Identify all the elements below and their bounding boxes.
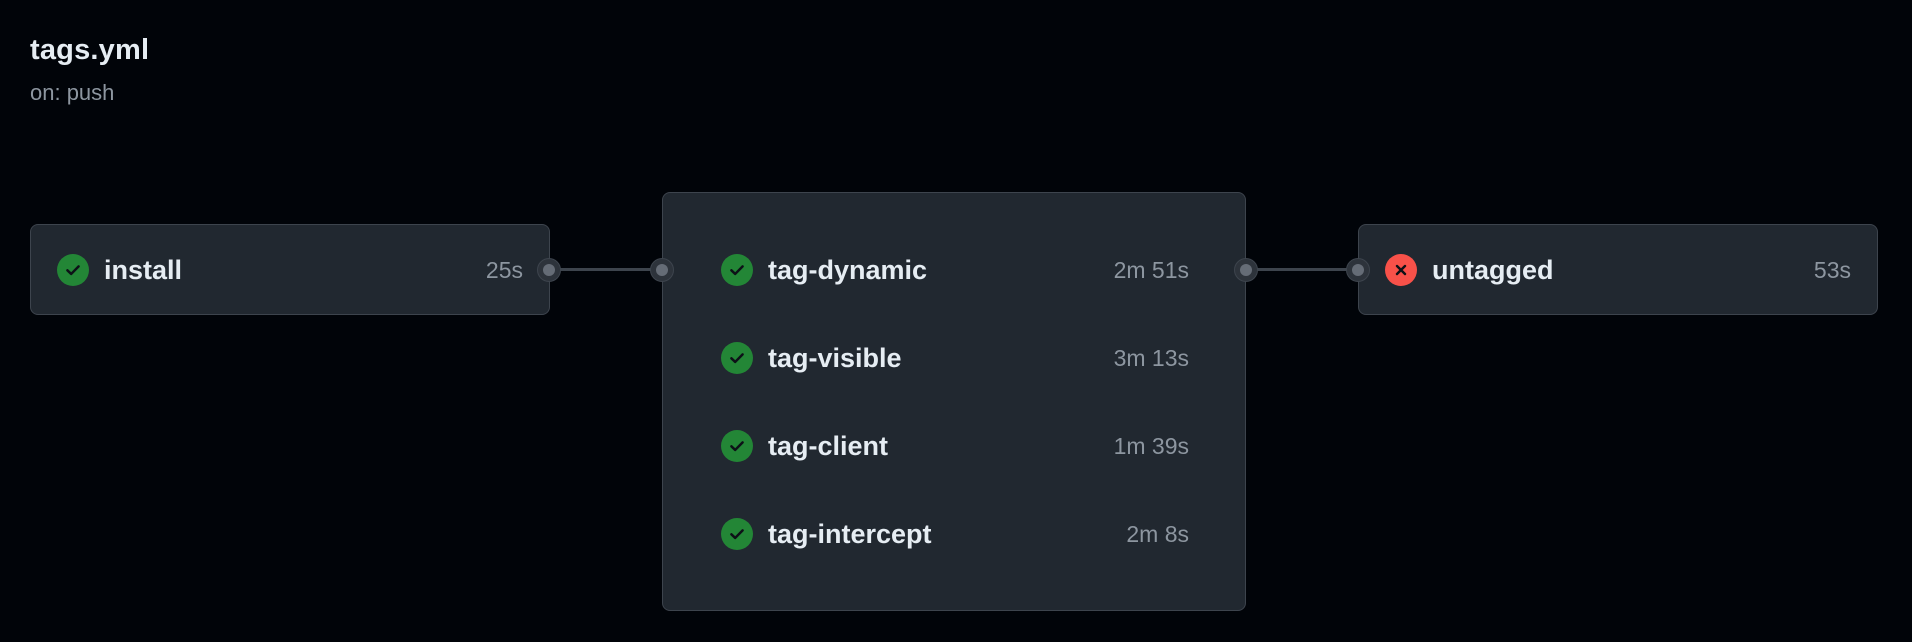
- job-name: install: [104, 254, 183, 285]
- job-install[interactable]: install 25s: [30, 224, 550, 315]
- job-tag-client[interactable]: tag-client 1m 39s: [663, 426, 1245, 466]
- connector-install-to-matrix: [560, 268, 660, 271]
- job-tag-intercept[interactable]: tag-intercept 2m 8s: [663, 514, 1245, 554]
- port-matrix-out: [1234, 258, 1258, 282]
- workflow-graph: tags.yml on: push install 25s tag-dynami…: [0, 0, 1912, 642]
- workflow-trigger: on: push: [30, 80, 115, 105]
- job-untagged[interactable]: untagged 53s: [1358, 224, 1878, 315]
- port-install-out: [537, 258, 561, 282]
- job-duration: 1m 39s: [1113, 432, 1189, 459]
- job-name: tag-visible: [768, 342, 902, 373]
- job-name: tag-client: [768, 430, 889, 461]
- job-duration: 3m 13s: [1113, 344, 1189, 371]
- check-circle-icon: [721, 518, 753, 550]
- job-tag-visible[interactable]: tag-visible 3m 13s: [663, 338, 1245, 378]
- workflow-title[interactable]: tags.yml: [30, 34, 149, 67]
- job-name: untagged: [1432, 254, 1554, 285]
- job-duration: 2m 51s: [1113, 256, 1189, 283]
- job-name: tag-dynamic: [768, 254, 928, 285]
- check-circle-icon: [721, 254, 753, 286]
- job-duration: 25s: [485, 256, 523, 283]
- x-circle-icon: [1385, 254, 1417, 286]
- job-name: tag-intercept: [768, 518, 932, 549]
- connector-matrix-to-untagged: [1256, 268, 1356, 271]
- check-circle-icon: [721, 342, 753, 374]
- check-circle-icon: [721, 430, 753, 462]
- check-circle-icon: [57, 254, 89, 286]
- port-untagged-in: [1346, 258, 1370, 282]
- job-group-matrix: tag-dynamic 2m 51s tag-visible 3m 13s ta…: [662, 192, 1246, 611]
- port-matrix-in: [650, 258, 674, 282]
- job-duration: 2m 8s: [1126, 520, 1189, 547]
- job-duration: 53s: [1813, 256, 1851, 283]
- job-tag-dynamic[interactable]: tag-dynamic 2m 51s: [663, 250, 1245, 290]
